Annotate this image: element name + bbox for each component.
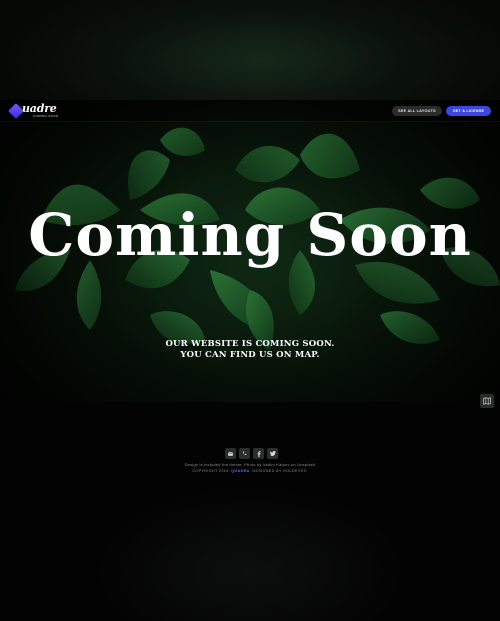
twitter-icon bbox=[269, 451, 276, 456]
footer-credit: Design is included the theme. Photo by V… bbox=[184, 462, 316, 467]
envelope-icon bbox=[228, 451, 233, 456]
footer-copyright: COPYRIGHT 2019. QUADRA. DESIGNED BY GOLD… bbox=[0, 469, 500, 473]
facebook-icon bbox=[257, 450, 260, 457]
facebook-link[interactable] bbox=[253, 448, 264, 459]
copyright-suffix: . DESIGNED BY GOLDEYES. bbox=[249, 469, 308, 473]
site-logo[interactable]: uadre COMING SOON bbox=[8, 102, 69, 119]
map-toggle-button[interactable] bbox=[480, 394, 494, 408]
top-navbar: uadre COMING SOON SEE ALL LAYOUTS GET A … bbox=[0, 100, 500, 122]
map-icon bbox=[483, 397, 491, 405]
phone-icon bbox=[242, 451, 247, 456]
hero-subtitle-line1: OUR WEBSITE IS COMING SOON. bbox=[165, 339, 335, 349]
page-title: Coming Soon bbox=[28, 201, 472, 269]
hero-subtitle-line2: YOU CAN FIND US ON MAP. bbox=[180, 350, 320, 360]
email-link[interactable] bbox=[225, 448, 236, 459]
see-all-layouts-button[interactable]: SEE ALL LAYOUTS bbox=[392, 106, 442, 116]
brand-link[interactable]: QUADRA bbox=[231, 469, 249, 473]
hero-subtitle: OUR WEBSITE IS COMING SOON. YOU CAN FIND… bbox=[0, 339, 500, 361]
logo-subtext: COMING SOON bbox=[33, 114, 59, 118]
phone-link[interactable] bbox=[239, 448, 250, 459]
get-license-button[interactable]: GET A LICENSE bbox=[446, 106, 491, 116]
copyright-prefix: COPYRIGHT 2019. bbox=[192, 469, 230, 473]
twitter-link[interactable] bbox=[267, 448, 278, 459]
social-links bbox=[225, 448, 278, 459]
top-background bbox=[0, 0, 500, 100]
footer bbox=[0, 402, 500, 621]
